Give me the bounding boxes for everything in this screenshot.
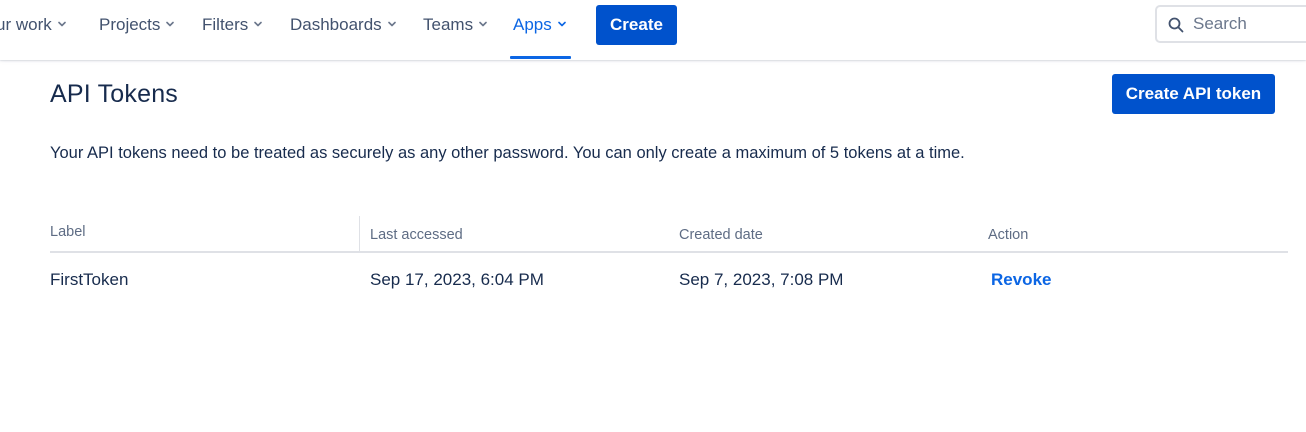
last-accessed-cell: Sep 17, 2023, 6:04 PM xyxy=(370,270,544,289)
token-label-cell: FirstToken xyxy=(50,270,129,289)
revoke-link[interactable]: Revoke xyxy=(991,270,1051,289)
nav-teams[interactable]: Teams xyxy=(423,0,487,50)
nav-your-work[interactable]: ur work xyxy=(0,0,66,50)
nav-filters[interactable]: Filters xyxy=(202,0,263,50)
created-date-cell: Sep 7, 2023, 7:08 PM xyxy=(679,270,844,289)
nav-projects[interactable]: Projects xyxy=(99,0,175,50)
column-header-label[interactable]: Label xyxy=(50,224,85,240)
nav-teams-label: Teams xyxy=(423,15,474,34)
nav-projects-label: Projects xyxy=(99,15,161,34)
top-navigation: ur work Projects Filters Dashboards Team… xyxy=(0,0,1306,60)
search-input[interactable] xyxy=(1193,11,1306,37)
chevron-down-icon xyxy=(166,21,175,27)
create-button[interactable]: Create xyxy=(596,5,677,45)
chevron-down-icon xyxy=(254,21,263,27)
column-header-action: Action xyxy=(988,227,1029,243)
page-title: API Tokens xyxy=(50,80,179,108)
chevron-down-icon xyxy=(479,21,487,27)
action-cell: Revoke xyxy=(991,270,1051,290)
active-nav-indicator xyxy=(510,56,571,59)
table-header-divider xyxy=(50,251,1288,253)
column-header-created-date[interactable]: Created date xyxy=(679,227,763,243)
nav-your-work-label: ur work xyxy=(0,15,52,34)
chevron-down-icon xyxy=(387,21,396,27)
search-box[interactable] xyxy=(1155,5,1306,43)
search-icon xyxy=(1168,17,1184,33)
column-header-last-accessed[interactable]: Last accessed xyxy=(370,227,463,243)
nav-dashboards[interactable]: Dashboards xyxy=(290,0,396,50)
create-api-token-button[interactable]: Create API token xyxy=(1112,74,1275,114)
page-description: Your API tokens need to be treated as se… xyxy=(50,144,965,162)
nav-apps[interactable]: Apps xyxy=(513,0,566,50)
nav-apps-label: Apps xyxy=(513,15,552,34)
nav-filters-label: Filters xyxy=(202,15,249,34)
column-resize-handle[interactable] xyxy=(359,216,360,252)
nav-dashboards-label: Dashboards xyxy=(290,15,382,34)
chevron-down-icon xyxy=(557,21,566,27)
chevron-down-icon xyxy=(57,21,66,27)
